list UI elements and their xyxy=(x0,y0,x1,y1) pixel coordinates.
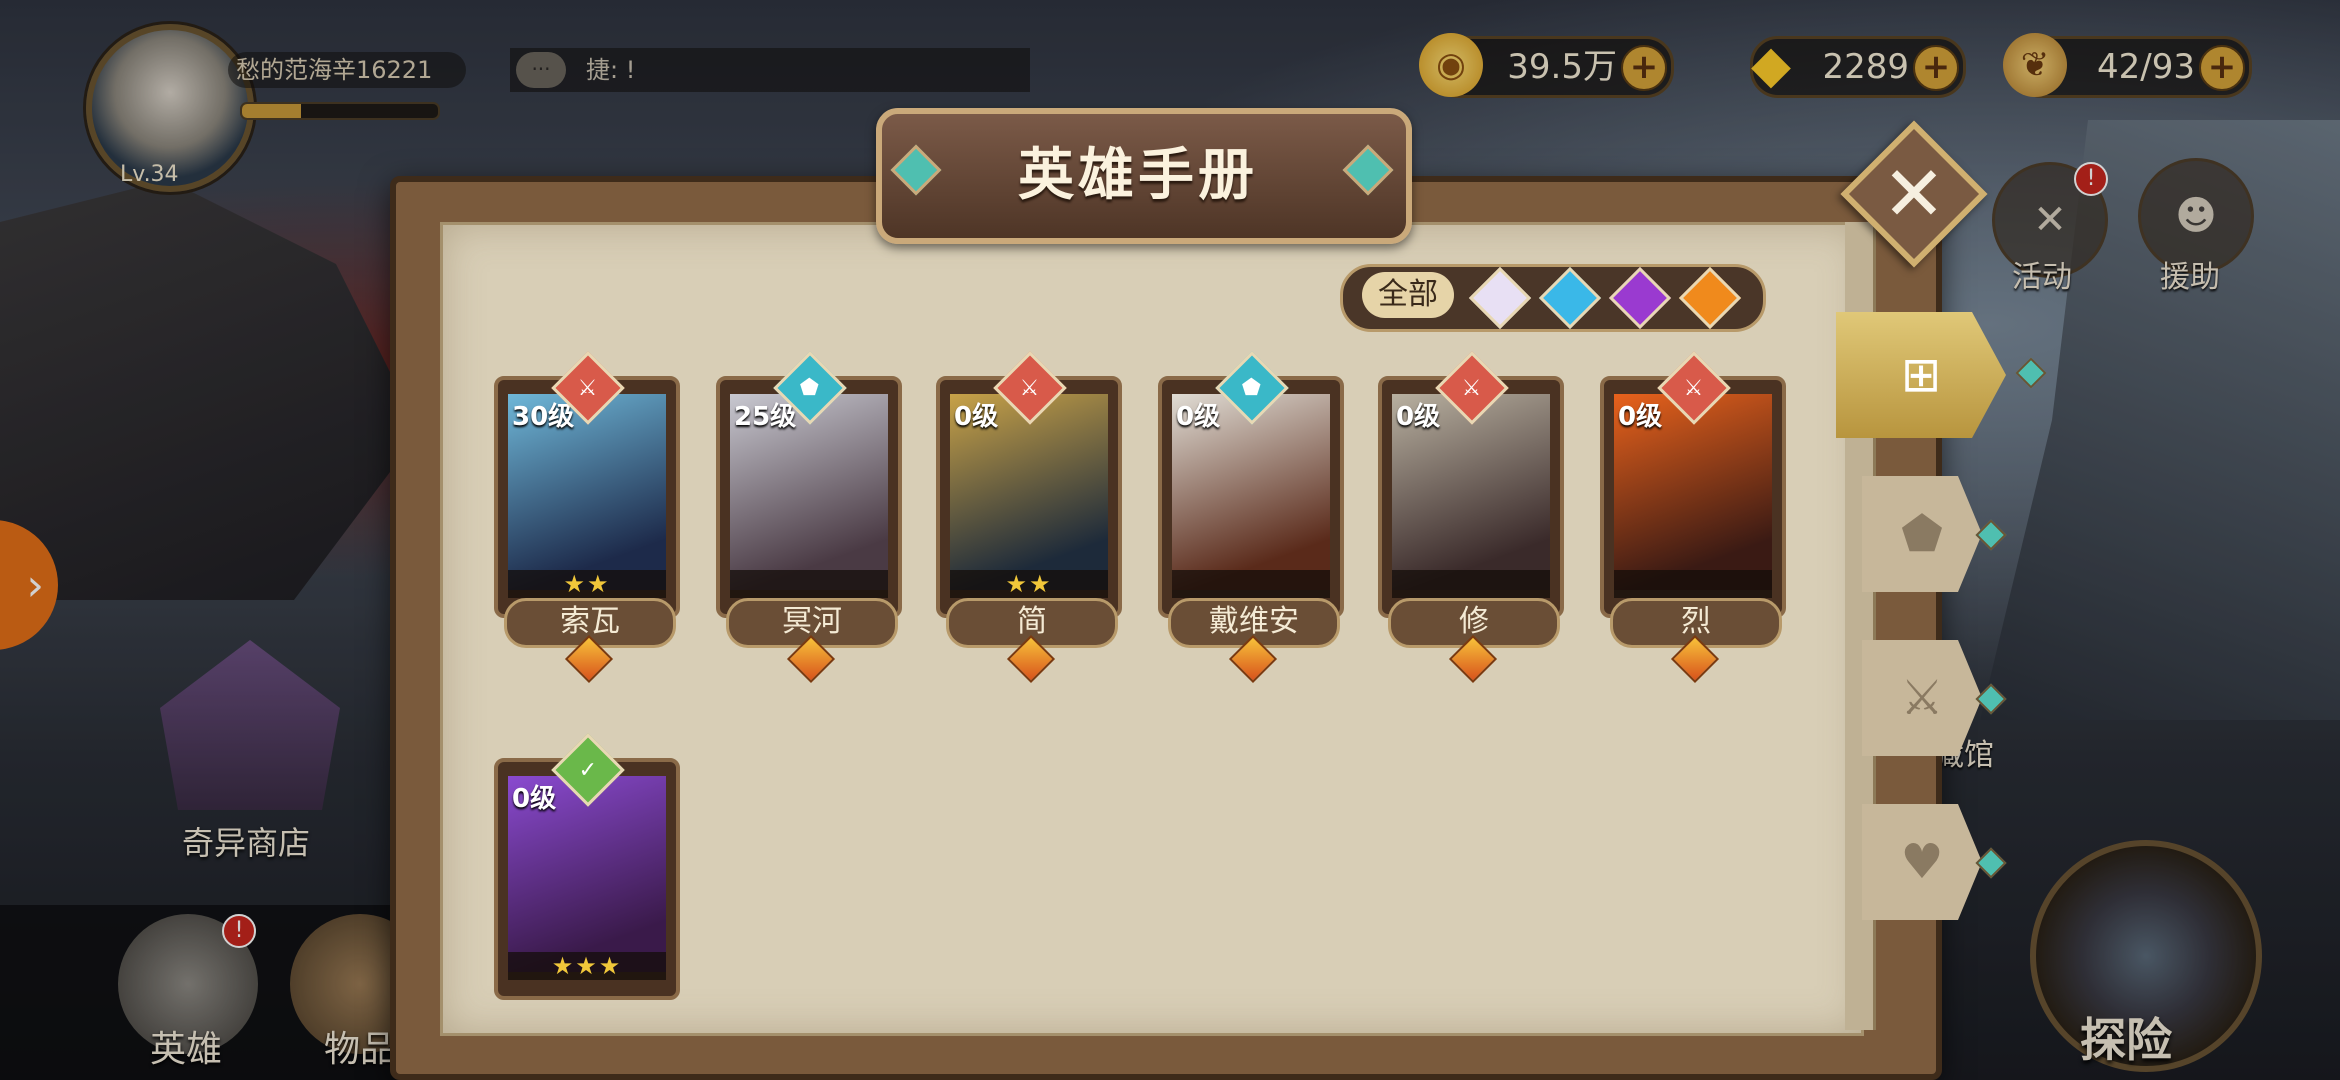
close-icon: ✕ xyxy=(1882,149,1946,238)
shield-icon: ⬟ xyxy=(1242,375,1262,401)
hero-stars xyxy=(1172,570,1330,598)
grid-icon: ⊞ xyxy=(1900,347,1942,403)
hero-level: 0级 xyxy=(512,784,557,814)
hero-card[interactable]: 0级 ⚔ 烈 xyxy=(1600,351,1786,684)
hero-card[interactable]: ★★ 30级 ⚔ 索瓦 xyxy=(494,351,680,684)
sword-icon: ⚔ xyxy=(1462,375,1482,401)
hero-level: 0级 xyxy=(1396,402,1441,432)
hero-stars: ★★ xyxy=(508,570,666,598)
shield-icon: ⬟ xyxy=(1901,506,1943,562)
heart-icon: ♥ xyxy=(1900,834,1944,890)
hero-card[interactable]: 0级 ⬟ 戴维安 xyxy=(1158,351,1344,684)
sword-icon: ⚔ xyxy=(1020,375,1040,401)
tab-attack[interactable]: ⚔ xyxy=(1862,640,1982,756)
hero-level: 0级 xyxy=(954,402,999,432)
tab-support[interactable]: ♥ xyxy=(1862,804,1982,920)
tab-defense[interactable]: ⬟ xyxy=(1862,476,1982,592)
hero-stars xyxy=(730,570,888,598)
filter-all-button[interactable]: 全部 xyxy=(1362,272,1454,318)
hero-stars: ★★ xyxy=(950,570,1108,598)
sword-icon: ⚔ xyxy=(1900,670,1944,726)
hero-card[interactable]: ★★ 0级 ⚔ 简 xyxy=(936,351,1122,684)
heal-icon: ✓ xyxy=(578,757,598,783)
hero-stars xyxy=(1614,570,1772,598)
sword-icon: ⚔ xyxy=(1684,375,1704,401)
tab-all-heroes[interactable]: ⊞ xyxy=(1836,312,2006,438)
hero-stars: ★★★ xyxy=(508,952,666,980)
hero-card[interactable]: 0级 ⚔ 修 xyxy=(1378,351,1564,684)
hero-card[interactable]: ★★★ 0级 ✓ xyxy=(494,733,680,1000)
modal-title: 英雄手册 xyxy=(1018,143,1258,208)
hero-card[interactable]: 25级 ⬟ 冥河 xyxy=(716,351,902,684)
hero-level: 0级 xyxy=(1176,402,1221,432)
shield-icon: ⬟ xyxy=(800,375,820,401)
hero-level: 0级 xyxy=(1618,402,1663,432)
sword-icon: ⚔ xyxy=(578,375,598,401)
hero-stars xyxy=(1392,570,1550,598)
